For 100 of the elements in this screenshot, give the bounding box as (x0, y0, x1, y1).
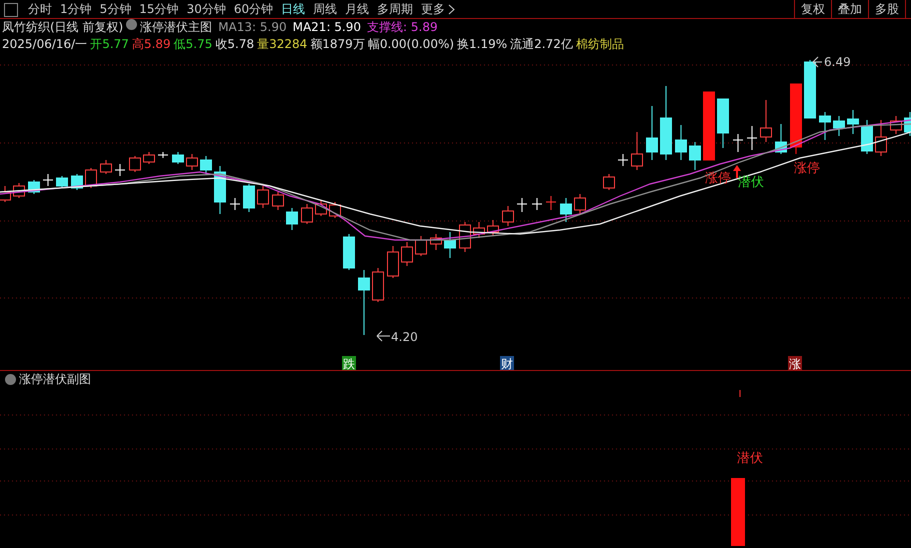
candlestick (775, 124, 787, 154)
quote-value: 流通2.72亿 (510, 36, 573, 53)
period-tab[interactable]: 1分钟 (56, 0, 96, 18)
candlestick (13, 182, 25, 198)
quote-value: 幅0.00(0.00%) (368, 36, 454, 53)
period-tab[interactable]: 5分钟 (96, 0, 136, 18)
period-tab[interactable]: 30分钟 (182, 0, 230, 18)
quote-value: 棉纺制品 (576, 36, 624, 53)
candlestick (760, 100, 772, 142)
period-tab[interactable]: 分时 (24, 0, 56, 18)
candlestick (560, 198, 572, 222)
candlestick (343, 234, 355, 270)
candlestick (646, 106, 658, 160)
candlestick (329, 202, 341, 218)
candlestick (516, 198, 528, 212)
candlestick (42, 174, 54, 186)
candlestick (114, 164, 126, 176)
candlestick (847, 110, 859, 134)
price-label: 4.20 (391, 330, 418, 344)
candlestick (703, 92, 715, 160)
quote-value: 开5.77 (90, 36, 129, 53)
quote-value: 低5.75 (174, 36, 212, 53)
candlestick (618, 154, 628, 166)
signal-label: 涨停 (705, 171, 731, 186)
candlestick (502, 206, 514, 226)
date-tag: 跌 (342, 356, 356, 370)
candlestick (890, 116, 902, 134)
toolbar-button[interactable]: 叠加 (831, 0, 868, 18)
quote-value: 换1.19% (457, 36, 508, 53)
candlestick (804, 60, 816, 118)
candlestick (717, 98, 729, 148)
panel-toggle-icon[interactable] (4, 3, 18, 17)
leader-line (812, 56, 822, 68)
candlestick (230, 198, 240, 210)
stock-title: 凤竹纺织(日线 前复权) (2, 19, 124, 36)
candlestick (401, 242, 413, 266)
quote-value: 量32284 (257, 36, 308, 53)
period-tab[interactable]: 60分钟 (230, 0, 278, 18)
chevron-right-icon (448, 4, 456, 14)
candlestick (129, 156, 141, 172)
toolbar-button[interactable]: 多股 (868, 0, 905, 18)
candlestick (875, 120, 887, 156)
dropdown-icon[interactable] (126, 19, 138, 30)
candlestick (732, 134, 744, 152)
candlestick (487, 220, 499, 236)
indicator-name: 涨停潜伏主图 (140, 19, 212, 36)
ma13-value: MA13: 5.90 (218, 19, 287, 36)
period-tab[interactable]: 多周期 (373, 0, 418, 18)
signal-bar (731, 478, 745, 546)
candlestick (214, 166, 226, 214)
candlestick (301, 204, 313, 224)
period-tab[interactable]: 周线 (309, 0, 342, 18)
period-tab[interactable]: 15分钟 (135, 0, 183, 18)
period-tab[interactable]: 日线 (277, 0, 310, 18)
date-tag: 涨 (788, 356, 802, 370)
candlestick (358, 270, 370, 336)
toolbar-button[interactable]: 复权 (794, 0, 831, 18)
candlestick (100, 160, 112, 174)
support-line-value: 支撑线: 5.89 (367, 19, 438, 36)
candlestick (257, 186, 269, 208)
signal-label: 潜伏 (738, 175, 764, 190)
candlestick (387, 246, 399, 278)
candlestick (603, 174, 615, 190)
candlestick (186, 154, 198, 170)
candlestick (631, 132, 643, 170)
candlestick (85, 168, 97, 188)
indicator-name: 涨停潜伏副图 (19, 371, 91, 388)
quote-value: 高5.89 (132, 36, 171, 53)
price-label: 6.49 (824, 55, 851, 69)
candlestick (315, 200, 327, 216)
period-tab[interactable]: 月线 (341, 0, 374, 18)
leader-line (376, 330, 390, 342)
candlestick (243, 184, 255, 212)
candlestick (286, 208, 298, 230)
candlestick (689, 142, 701, 170)
candlestick (272, 192, 284, 210)
candlestick (904, 112, 911, 136)
signal-label: 涨停 (794, 161, 820, 176)
candlestick (833, 116, 845, 136)
candlestick (172, 152, 184, 164)
candlestick (546, 196, 556, 210)
dropdown-icon[interactable] (5, 374, 16, 385)
candlestick (574, 194, 586, 214)
candlestick (158, 152, 168, 158)
candlestick (56, 176, 68, 188)
candlestick (143, 152, 155, 164)
more-button[interactable]: 更多 (417, 0, 460, 18)
candlestick (430, 234, 442, 250)
candlestick (819, 112, 831, 140)
candlestick (532, 198, 542, 210)
candlestick (444, 232, 456, 258)
candlestick (0, 186, 11, 202)
ma21-value: MA21: 5.90 (292, 19, 362, 36)
candlestick (200, 156, 212, 174)
signal-label: 潜伏 (737, 451, 763, 466)
quote-value: 2025/06/16/一 (2, 36, 88, 53)
date-tag: 财 (500, 356, 514, 370)
candlestick (746, 126, 758, 150)
candlestick (790, 84, 802, 154)
candlestick (372, 268, 384, 302)
